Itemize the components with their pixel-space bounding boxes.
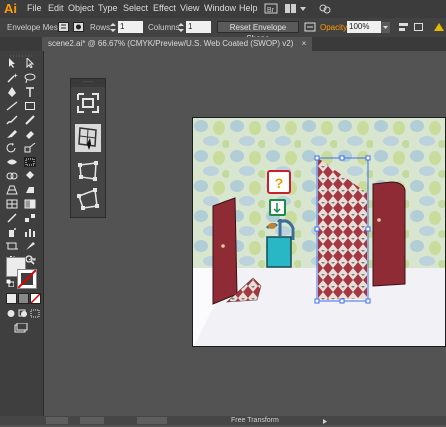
pen-tool-icon[interactable] bbox=[6, 87, 18, 97]
svg-text:Br: Br bbox=[267, 7, 275, 14]
status-bar: Free Transform bbox=[0, 416, 446, 425]
envelope-warp-button[interactable] bbox=[75, 124, 101, 152]
menu-edit[interactable]: Edit bbox=[48, 3, 64, 13]
left-door-knob bbox=[221, 244, 225, 248]
align-icon[interactable] bbox=[398, 22, 409, 32]
color-mode-button[interactable] bbox=[6, 293, 17, 304]
scale-tool-icon[interactable] bbox=[24, 143, 36, 153]
app-logo: Ai bbox=[4, 1, 17, 16]
tools-panel bbox=[0, 51, 44, 416]
menu-effect[interactable]: Effect bbox=[153, 3, 176, 13]
menu-file[interactable]: File bbox=[27, 3, 42, 13]
reset-envelope-shape-button[interactable]: Reset Envelope Shape bbox=[217, 21, 299, 43]
menu-bar: Ai File Edit Object Type Select Effect V… bbox=[0, 0, 446, 18]
symbol-sprayer-tool-icon[interactable] bbox=[6, 227, 18, 237]
arrange-dropdown-icon[interactable] bbox=[299, 2, 307, 15]
selection-tool-icon[interactable] bbox=[6, 58, 18, 68]
menu-view[interactable]: View bbox=[180, 3, 199, 13]
line-segment-tool-icon[interactable] bbox=[6, 101, 18, 111]
isolate-object-icon[interactable] bbox=[433, 22, 445, 32]
arrange-documents-icon[interactable] bbox=[284, 2, 298, 15]
envelope-mesh-label: Envelope Mesh bbox=[7, 23, 63, 32]
slice-tool-icon[interactable] bbox=[24, 241, 36, 251]
edit-contents-icon[interactable] bbox=[73, 22, 84, 32]
close-tab-icon[interactable]: × bbox=[302, 39, 307, 48]
envelope-panel-grip[interactable]: ····· bbox=[71, 79, 105, 87]
eraser-tool-icon[interactable] bbox=[24, 129, 36, 139]
opacity-input[interactable]: 100% bbox=[347, 21, 381, 33]
menu-help[interactable]: Help bbox=[239, 3, 258, 13]
draw-inside-icon[interactable] bbox=[30, 309, 40, 318]
sign-red-glyph: ? bbox=[275, 175, 284, 191]
stroke-color-swatch[interactable] bbox=[17, 269, 37, 289]
default-fill-stroke-icon[interactable] bbox=[5, 278, 15, 288]
opacity-label[interactable]: Opacity: bbox=[320, 23, 349, 32]
status-text: Free Transform bbox=[231, 417, 279, 424]
screen-mode-icon[interactable] bbox=[14, 322, 28, 333]
type-tool-icon[interactable] bbox=[24, 87, 36, 97]
zoom-level-field[interactable] bbox=[46, 417, 68, 424]
gradient-tool-icon[interactable] bbox=[24, 199, 36, 209]
gradient-mode-button[interactable] bbox=[18, 293, 29, 304]
rectangle-tool-icon[interactable] bbox=[24, 101, 36, 111]
swap-fill-stroke-icon[interactable] bbox=[28, 257, 36, 265]
transform-icon[interactable] bbox=[413, 22, 424, 32]
free-distort-button[interactable] bbox=[75, 187, 101, 211]
menu-select[interactable]: Select bbox=[123, 3, 148, 13]
mesh-tool-icon[interactable] bbox=[6, 199, 18, 209]
document-tab[interactable]: scene2.ai* @ 66.67% (CMYK/Preview/U.S. W… bbox=[42, 37, 313, 51]
scene-illustration[interactable]: ? bbox=[193, 118, 446, 347]
blend-tool-icon[interactable] bbox=[24, 213, 36, 223]
envelope-mesh-button[interactable] bbox=[75, 91, 101, 115]
left-door bbox=[212, 197, 238, 305]
draw-behind-icon[interactable] bbox=[18, 309, 28, 318]
artboard-number-field[interactable] bbox=[137, 417, 167, 424]
control-bar: Envelope Mesh Rows: 1 Columns: 1 Reset E… bbox=[0, 18, 446, 43]
columns-input[interactable]: 1 bbox=[186, 21, 211, 33]
dryer-nozzle bbox=[268, 223, 276, 229]
blob-brush-tool-icon[interactable] bbox=[6, 129, 18, 139]
eyedropper-tool-icon[interactable] bbox=[6, 213, 18, 223]
direct-selection-tool-icon[interactable] bbox=[24, 58, 36, 68]
bridge-icon[interactable]: Br bbox=[264, 2, 278, 15]
artboard-tool-icon[interactable] bbox=[6, 241, 18, 251]
lasso-tool-icon[interactable] bbox=[24, 73, 36, 83]
edit-envelope-icon[interactable] bbox=[58, 22, 69, 32]
rotate-tool-icon[interactable] bbox=[6, 143, 18, 153]
document-tab-bar: scene2.ai* @ 66.67% (CMYK/Preview/U.S. W… bbox=[0, 37, 446, 51]
perspective-distort-button[interactable] bbox=[75, 159, 101, 183]
opacity-dropdown-icon[interactable] bbox=[381, 22, 390, 33]
perspective-grid-tool-icon[interactable] bbox=[6, 185, 18, 195]
status-menu-icon[interactable] bbox=[322, 417, 328, 424]
rows-input[interactable]: 1 bbox=[118, 21, 143, 33]
rows-stepper-icon[interactable] bbox=[109, 22, 117, 33]
perspective-selection-tool-icon[interactable] bbox=[24, 185, 36, 195]
live-paint-bucket-tool-icon[interactable] bbox=[24, 171, 36, 181]
magic-wand-tool-icon[interactable] bbox=[6, 73, 18, 83]
menu-object[interactable]: Object bbox=[68, 3, 94, 13]
right-door bbox=[372, 181, 406, 287]
shape-builder-tool-icon[interactable] bbox=[6, 171, 18, 181]
dryer-body bbox=[266, 236, 292, 268]
envelope-options-icon[interactable] bbox=[304, 22, 316, 32]
draw-normal-icon[interactable] bbox=[6, 309, 16, 318]
envelope-panel: ····· bbox=[70, 78, 106, 218]
menu-window[interactable]: Window bbox=[204, 3, 236, 13]
document-tab-title: scene2.ai* @ 66.67% (CMYK/Preview/U.S. W… bbox=[48, 39, 294, 48]
artboard[interactable]: ? bbox=[192, 117, 446, 347]
none-mode-button[interactable] bbox=[30, 293, 41, 304]
free-transform-tool-icon[interactable] bbox=[24, 157, 36, 167]
right-door-knob bbox=[377, 218, 381, 222]
gpu-performance-icon[interactable] bbox=[318, 2, 332, 15]
pencil-tool-icon[interactable] bbox=[24, 115, 36, 125]
columns-stepper-icon[interactable] bbox=[177, 22, 185, 33]
menu-type[interactable]: Type bbox=[98, 3, 118, 13]
column-graph-tool-icon[interactable] bbox=[24, 227, 36, 237]
artboard-navigation-field[interactable] bbox=[80, 417, 104, 424]
width-tool-icon[interactable] bbox=[6, 157, 18, 167]
paintbrush-tool-icon[interactable] bbox=[6, 115, 18, 125]
